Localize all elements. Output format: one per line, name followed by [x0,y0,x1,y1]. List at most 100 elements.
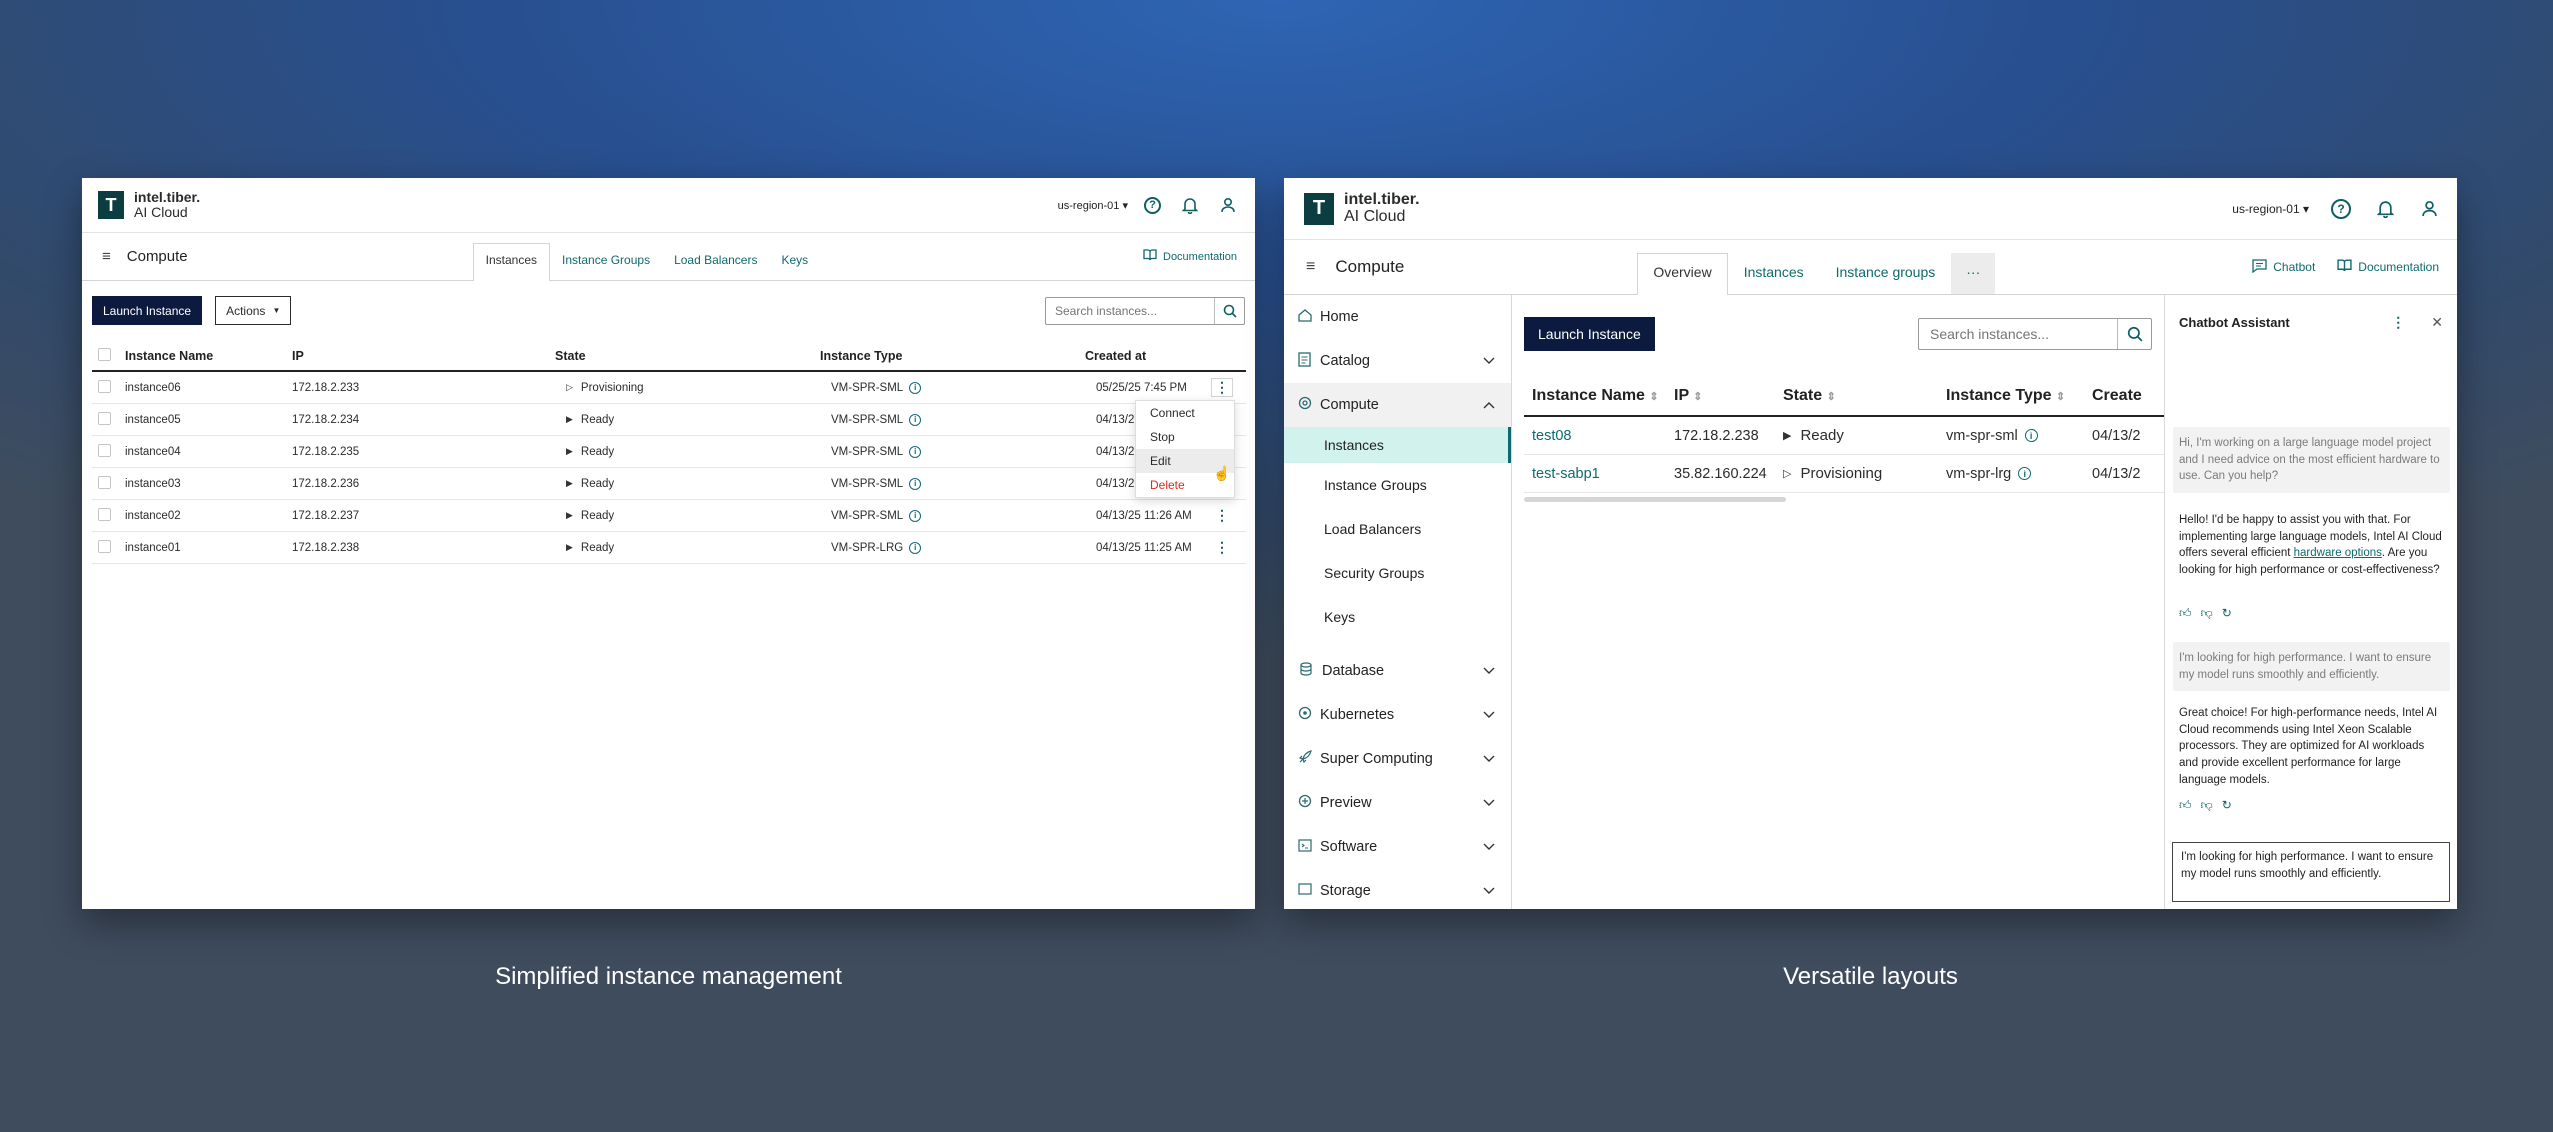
sidebar-sub-load-balancers[interactable]: Load Balancers [1284,507,1511,551]
row-checkbox[interactable] [98,539,111,553]
table-row[interactable]: test08 172.18.2.238 ▶ Ready vm-spr-sml i 04/13… [1524,417,2164,455]
brand-logo[interactable]: T intel.tiber. AI Cloud [98,190,200,219]
chevron-down-icon[interactable] [1483,663,1495,679]
sidebar-sub-instance-groups[interactable]: Instance Groups [1284,463,1511,507]
user-icon[interactable] [2419,199,2439,219]
info-icon[interactable]: i [909,381,922,394]
chevron-down-icon[interactable] [1483,883,1495,899]
sidebar-sub-security-groups[interactable]: Security Groups [1284,551,1511,595]
tab-keys[interactable]: Keys [769,243,820,280]
col-created[interactable]: Created at [1085,349,1205,363]
more-options-icon[interactable]: ⋮ [2391,314,2405,331]
info-icon[interactable]: i [909,509,922,522]
table-row[interactable]: instance01 172.18.2.238 ▶ Ready VM-SPR-LRG i 0… [92,532,1246,564]
region-selector[interactable]: us-region-01 ▾ [1058,199,1128,212]
row-checkbox[interactable] [98,507,111,521]
info-icon[interactable]: i [909,477,922,490]
sidebar-item-database[interactable]: Database [1284,649,1511,693]
thumbs-up-icon[interactable]: 👍︎ [2179,798,2192,813]
menu-icon[interactable]: ≡ [1306,258,1315,276]
help-icon[interactable]: ? [2331,198,2351,219]
col-ip[interactable]: IP [292,349,555,363]
row-checkbox[interactable] [98,443,111,457]
sidebar-item-catalog[interactable]: Catalog [1284,339,1511,383]
region-selector[interactable]: us-region-01 ▾ [2232,202,2309,216]
chevron-down-icon[interactable] [1483,795,1495,811]
sidebar-item-preview[interactable]: Preview [1284,781,1511,825]
table-row[interactable]: instance03 172.18.2.236 ▶ Ready VM-SPR-SML i 0… [92,468,1246,500]
bell-icon[interactable] [2375,199,2395,219]
sidebar-item-compute[interactable]: Compute [1284,383,1511,427]
row-checkbox[interactable] [98,379,111,393]
menu-icon[interactable]: ≡ [102,248,111,265]
launch-instance-button[interactable]: Launch Instance [1524,317,1655,351]
info-icon[interactable]: i [2018,467,2032,480]
sidebar-item-home[interactable]: Home [1284,295,1511,339]
menu-stop[interactable]: Stop [1136,425,1234,449]
col-ip[interactable]: IP ⇕ [1674,387,1783,405]
tab-instance-groups[interactable]: Instance Groups [550,243,662,280]
sidebar-item-software[interactable]: Software [1284,825,1511,869]
chevron-up-icon[interactable] [1483,397,1495,413]
regenerate-icon[interactable]: ↻ [2222,798,2232,813]
info-icon[interactable]: i [2024,429,2038,442]
actions-button[interactable]: Actions ▼ [215,296,292,325]
chevron-down-icon[interactable] [1483,839,1495,855]
thumbs-up-icon[interactable]: 👍︎ [2179,606,2192,621]
col-instance-type[interactable]: Instance Type [820,349,1085,363]
cell-name[interactable]: test-sabp1 [1524,466,1674,482]
chevron-down-icon[interactable] [1483,353,1495,369]
col-name[interactable]: Instance Name ⇕ [1524,387,1674,405]
col-created[interactable]: Create [2092,387,2164,405]
col-instance-type[interactable]: Instance Type ⇕ [1946,387,2092,405]
tab-instances[interactable]: Instances [1728,253,1820,294]
info-icon[interactable]: i [909,413,922,426]
user-icon[interactable] [1219,196,1237,214]
search-input[interactable] [1919,326,2117,342]
row-checkbox[interactable] [98,475,111,489]
regenerate-icon[interactable]: ↻ [2222,606,2232,621]
table-row[interactable]: instance04 172.18.2.235 ▶ Ready VM-SPR-SML i 0… [92,436,1246,468]
documentation-link[interactable]: Documentation [1143,249,1237,264]
row-actions-icon[interactable]: ⋮ [1211,378,1233,397]
close-icon[interactable]: ✕ [2431,314,2443,331]
table-row[interactable]: instance02 172.18.2.237 ▶ Ready VM-SPR-SML i 0… [92,500,1246,532]
horizontal-scrollbar[interactable] [1524,497,1786,502]
cell-name[interactable]: test08 [1524,428,1674,444]
search-icon[interactable] [2117,319,2151,349]
tab-more[interactable]: ··· [1951,253,1996,294]
chat-input[interactable]: I'm looking for high performance. I want… [2172,842,2450,902]
col-state[interactable]: State [555,349,820,363]
col-name[interactable]: Instance Name [125,349,292,363]
row-actions-icon[interactable]: ⋮ [1211,507,1233,524]
chevron-down-icon[interactable] [1483,707,1495,723]
chevron-down-icon[interactable] [1483,751,1495,767]
thumbs-down-icon[interactable]: 👎︎ [2201,798,2213,813]
search-icon[interactable] [1214,297,1244,324]
sidebar-sub-keys[interactable]: Keys [1284,595,1511,639]
col-state[interactable]: State ⇕ [1783,387,1946,405]
sidebar-item-kubernetes[interactable]: Kubernetes [1284,693,1511,737]
chatbot-link[interactable]: Chatbot [2252,258,2315,276]
row-checkbox[interactable] [98,411,111,425]
tab-instances[interactable]: Instances [472,243,551,281]
help-icon[interactable]: ? [1144,196,1161,214]
table-row[interactable]: instance06 172.18.2.233 ▷ Provisioning VM-SP… [92,372,1246,404]
documentation-link[interactable]: Documentation [2337,259,2439,275]
info-icon[interactable]: i [909,445,922,458]
launch-instance-button[interactable]: Launch Instance [92,296,203,325]
table-row[interactable]: test-sabp1 35.82.160.224 ▷ Provisioning vm-s… [1524,455,2164,493]
brand-logo[interactable]: T intel.tiber. AI Cloud [1304,191,1420,226]
tab-instance-groups[interactable]: Instance groups [1820,253,1952,294]
bell-icon[interactable] [1181,196,1199,214]
row-actions-icon[interactable]: ⋮ [1211,539,1233,556]
menu-connect[interactable]: Connect [1136,401,1234,425]
thumbs-down-icon[interactable]: 👎︎ [2201,606,2213,621]
sidebar-item-storage[interactable]: Storage [1284,869,1511,909]
search-input[interactable] [1046,303,1214,318]
select-all-checkbox[interactable] [98,348,111,361]
tab-overview[interactable]: Overview [1637,253,1728,295]
hardware-options-link[interactable]: hardware options [2294,547,2382,559]
info-icon[interactable]: i [909,541,922,554]
sidebar-sub-instances[interactable]: Instances [1284,427,1511,463]
